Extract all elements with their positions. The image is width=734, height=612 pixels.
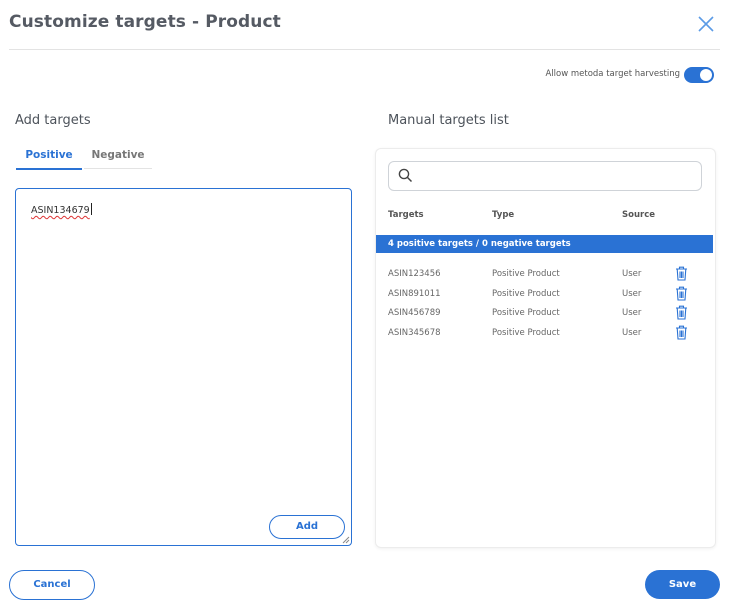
trash-icon[interactable] (675, 325, 688, 343)
manual-targets-panel (375, 148, 716, 548)
resize-handle-icon[interactable] (340, 534, 350, 544)
add-targets-title: Add targets (15, 113, 91, 128)
row-target: ASIN891011 (388, 289, 441, 299)
harvest-toggle[interactable] (684, 67, 714, 83)
tab-positive[interactable]: Positive (16, 148, 82, 170)
trash-icon[interactable] (675, 286, 688, 304)
row-type: Positive Product (492, 308, 560, 318)
row-source: User (622, 328, 642, 338)
close-icon[interactable] (696, 14, 716, 34)
row-source: User (622, 269, 642, 279)
row-target: ASIN123456 (388, 269, 441, 279)
row-source: User (622, 308, 642, 318)
column-header-type: Type (492, 210, 515, 220)
row-type: Positive Product (492, 269, 560, 279)
table-row: ASIN456789 Positive Product User (388, 305, 698, 321)
trash-icon[interactable] (675, 266, 688, 284)
row-target: ASIN456789 (388, 308, 441, 318)
tab-negative[interactable]: Negative (84, 148, 152, 169)
trash-icon[interactable] (675, 305, 688, 323)
manual-targets-title: Manual targets list (388, 113, 509, 128)
row-target: ASIN345678 (388, 328, 441, 338)
cancel-button[interactable]: Cancel (9, 570, 95, 600)
save-button[interactable]: Save (645, 570, 720, 599)
header-divider (9, 49, 720, 50)
harvest-toggle-label: Allow metoda target harvesting (545, 69, 680, 79)
targets-summary-bar: 4 positive targets / 0 negative targets (376, 235, 713, 253)
table-row: ASIN891011 Positive Product User (388, 286, 698, 302)
column-header-targets: Targets (388, 210, 424, 220)
text-caret (90, 203, 92, 215)
row-type: Positive Product (492, 328, 560, 338)
table-row: ASIN123456 Positive Product User (388, 266, 698, 282)
add-button[interactable]: Add (269, 515, 345, 539)
row-source: User (622, 289, 642, 299)
search-icon (398, 168, 413, 183)
targets-summary-text: 4 positive targets / 0 negative targets (388, 239, 571, 249)
column-header-source: Source (622, 210, 656, 220)
toggle-knob (700, 69, 712, 81)
table-row: ASIN345678 Positive Product User (388, 325, 698, 341)
dialog-title: Customize targets - Product (9, 12, 281, 32)
targets-textarea[interactable]: ASIN134679 (15, 188, 352, 546)
row-type: Positive Product (492, 289, 560, 299)
search-input[interactable] (388, 161, 702, 191)
textarea-value: ASIN134679 (31, 205, 90, 216)
